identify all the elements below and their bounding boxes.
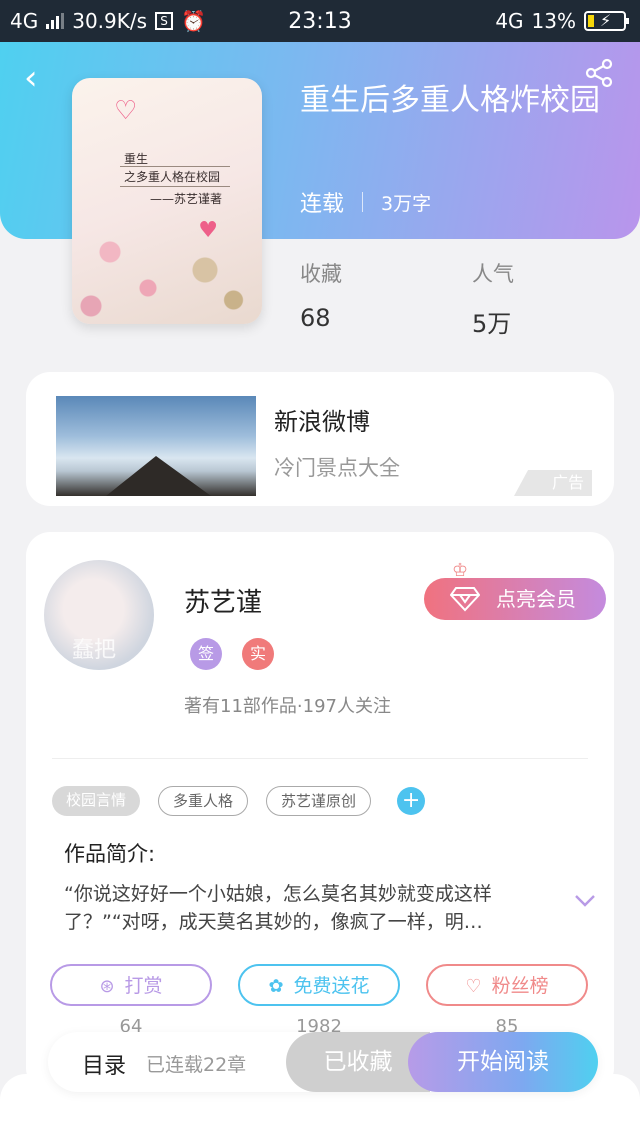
- book-status: 连载: [300, 192, 345, 217]
- author-summary: 著有11部作品·197人关注: [184, 696, 391, 717]
- fan-ranking-button[interactable]: ♡ 粉丝榜: [426, 964, 588, 1006]
- book-title: 重生后多重人格炸校园: [300, 83, 600, 118]
- start-reading-button[interactable]: 开始阅读: [408, 1032, 598, 1092]
- send-flower-label: 免费送花: [293, 975, 370, 997]
- stat-label: 收藏: [300, 262, 342, 286]
- toc-button[interactable]: 目录: [82, 1048, 126, 1080]
- battery-icon: ⚡: [584, 11, 629, 31]
- reward-button[interactable]: ⊛ 打赏: [50, 964, 212, 1006]
- ad-title: 新浪微博: [274, 408, 370, 436]
- heart-doodle-icon: ♡: [114, 96, 138, 126]
- mountain-shape: [106, 456, 211, 496]
- diamond-icon: [450, 587, 480, 612]
- stat-value: 68: [300, 304, 331, 332]
- signed-badge: 签: [190, 638, 222, 670]
- chapter-count[interactable]: 已连载22章: [146, 1050, 246, 1077]
- ad-image: [56, 396, 256, 496]
- book-meta: 连载 3万字: [300, 186, 431, 218]
- stat-popularity: 人气 5万: [472, 258, 514, 339]
- send-flower-button[interactable]: ✿ 免费送花: [238, 964, 400, 1006]
- author-name[interactable]: 苏艺谨: [184, 582, 262, 619]
- reward-label: 打赏: [124, 975, 163, 997]
- back-icon[interactable]: ‹: [24, 58, 38, 98]
- author-card: 蠢把 苏艺谨 签 实 著有11部作品·197人关注 ♔ 点亮会员 校园言情 多重…: [26, 532, 614, 1092]
- divider: [52, 758, 588, 759]
- flower-icon: ✿: [268, 976, 284, 997]
- vip-label: 点亮会员: [496, 587, 576, 611]
- tag-item[interactable]: 多重人格: [158, 786, 249, 816]
- fan-ranking-label: 粉丝榜: [491, 975, 549, 997]
- network-right-label: 4G: [495, 9, 524, 33]
- bottom-action-bar: 目录 已连载22章 已收藏 开始阅读: [48, 1032, 598, 1092]
- tag-item[interactable]: 苏艺谨原创: [266, 786, 372, 816]
- ad-subtitle: 冷门景点大全: [274, 456, 400, 480]
- intro-heading: 作品简介:: [64, 842, 156, 866]
- yen-icon: ⊛: [99, 976, 115, 997]
- cover-rule: [120, 186, 230, 187]
- vip-button[interactable]: 点亮会员: [424, 578, 606, 620]
- cover-rule: [120, 166, 230, 167]
- add-tag-icon[interactable]: +: [397, 787, 426, 815]
- flower-illustration: [72, 204, 262, 324]
- stat-label: 人气: [472, 262, 514, 286]
- stat-value: 5万: [472, 310, 512, 338]
- avatar[interactable]: 蠢把: [44, 560, 154, 670]
- ad-card[interactable]: 新浪微博 冷门景点大全 广告: [26, 372, 614, 506]
- tag-list: 校园言情 多重人格 苏艺谨原创 +: [52, 786, 426, 816]
- ad-tag: 广告: [514, 470, 592, 496]
- fan-icon: ♡: [465, 976, 482, 997]
- tag-item[interactable]: 校园言情: [52, 786, 141, 816]
- cover-line-2: 之多重人格在校园: [124, 170, 221, 184]
- stat-collect: 收藏 68: [300, 258, 342, 332]
- intro-text: “你说这好好一个小姑娘，怎么莫名其妙就变成这样了？”“对呀，成天莫名其妙的，像疯…: [64, 883, 492, 933]
- verified-badge: 实: [242, 638, 274, 670]
- cover-line-1: 重生: [124, 152, 149, 166]
- status-bar: 4G 30.9K/s S ⏰ 23:13 4G 13% ⚡: [0, 0, 640, 42]
- meta-separator: [362, 192, 364, 212]
- book-cover[interactable]: ♡ 重生 之多重人格在校园 ——苏艺谨著 ♥: [72, 78, 262, 324]
- avatar-watermark: 蠢把: [72, 638, 117, 663]
- battery-percent: 13%: [531, 9, 576, 33]
- chevron-down-icon[interactable]: [574, 894, 596, 908]
- word-count: 3万字: [381, 192, 432, 215]
